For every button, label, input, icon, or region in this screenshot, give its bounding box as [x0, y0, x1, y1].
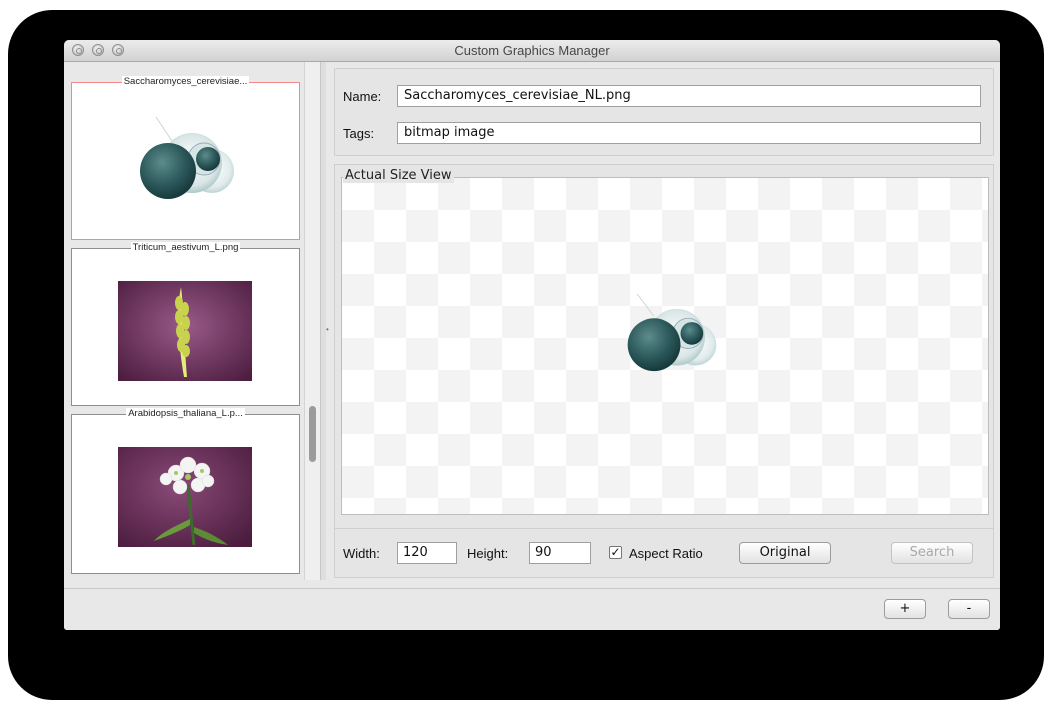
actual-size-canvas — [341, 177, 989, 515]
search-button[interactable]: Search — [891, 542, 973, 564]
name-label: Name: — [343, 89, 382, 104]
list-item-saccharomyces[interactable]: Saccharomyces_cerevisiae... — [71, 76, 300, 240]
title-bar[interactable]: Custom Graphics Manager — [64, 40, 1000, 62]
list-scrollbar-thumb[interactable] — [309, 406, 316, 462]
graphics-list-pane: Saccharomyces_cerevisiae... Triticum_aes… — [64, 62, 320, 580]
footer-bar: + - — [64, 588, 1000, 630]
height-label: Height: — [467, 546, 509, 561]
height-field[interactable]: 90 — [529, 542, 591, 564]
list-item-triticum[interactable]: Triticum_aestivum_L.png — [71, 242, 300, 406]
split-pane-divider[interactable] — [320, 62, 326, 580]
aspect-ratio-checkbox[interactable]: ✓ — [609, 546, 622, 559]
metadata-panel: Name: Saccharomyces_cerevisiae_NL.png Ta… — [334, 68, 994, 156]
aspect-ratio-label[interactable]: Aspect Ratio — [629, 546, 703, 561]
arabidopsis-flower-image — [118, 447, 252, 547]
yeast-cells-preview-image — [627, 293, 717, 372]
name-field[interactable]: Saccharomyces_cerevisiae_NL.png — [397, 85, 981, 107]
tags-label: Tags: — [343, 126, 375, 141]
yeast-cells-image — [140, 116, 234, 199]
width-field[interactable]: 120 — [397, 542, 457, 564]
remove-button[interactable]: - — [948, 599, 990, 619]
actual-size-view-panel: Actual Size View — [334, 164, 994, 562]
size-controls-panel: Width: 120 Height: 90 ✓ Aspect Ratio Ori… — [334, 528, 994, 578]
list-scrollbar[interactable] — [304, 62, 320, 580]
width-label: Width: — [343, 546, 380, 561]
actual-size-view-legend: Actual Size View — [343, 168, 454, 183]
wheat-ear-image — [118, 281, 252, 381]
window-title: Custom Graphics Manager — [454, 43, 610, 58]
details-pane: Name: Saccharomyces_cerevisiae_NL.png Ta… — [334, 68, 994, 580]
list-item-caption: Arabidopsis_thaliana_L.p... — [126, 408, 245, 419]
divider-grip-icon: • — [326, 325, 329, 334]
original-button[interactable]: Original — [739, 542, 831, 564]
list-item-caption: Triticum_aestivum_L.png — [130, 242, 241, 253]
list-item-caption: Saccharomyces_cerevisiae... — [121, 76, 250, 87]
list-item-arabidopsis[interactable]: Arabidopsis_thaliana_L.p... — [71, 408, 300, 574]
tags-field[interactable]: bitmap image — [397, 122, 981, 144]
add-button[interactable]: + — [884, 599, 926, 619]
custom-graphics-manager-window: Custom Graphics Manager Saccharomyces_ce… — [64, 40, 1000, 630]
